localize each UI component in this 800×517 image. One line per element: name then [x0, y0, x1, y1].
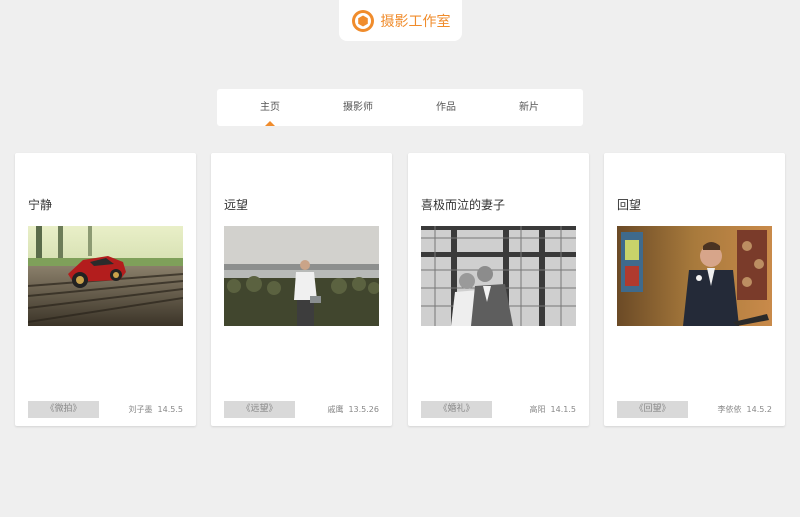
card-meta: 刘子墨 14.5.5 — [129, 401, 183, 418]
photo-card[interactable]: 喜极而泣的妻子 《婚礼》 高阳 14.1.5 — [408, 153, 589, 426]
aperture-icon — [351, 9, 374, 32]
groom-in-church-photo[interactable] — [617, 226, 772, 326]
nav-item-label: 主页 — [260, 102, 280, 113]
card-author: 高阳 — [529, 405, 546, 414]
nav-item-label: 摄影师 — [343, 102, 373, 113]
man-by-lake-photo[interactable] — [224, 226, 379, 326]
card-category-tag[interactable]: 《回望》 — [617, 401, 688, 418]
photo-card[interactable]: 回望 《回望》 李依依 14.5.2 — [604, 153, 785, 426]
card-category-tag[interactable]: 《微拍》 — [28, 401, 99, 418]
card-title: 回望 — [617, 198, 642, 212]
card-meta: 李依依 14.5.2 — [718, 401, 772, 418]
card-date: 13.5.26 — [348, 405, 379, 414]
card-title: 喜极而泣的妻子 — [421, 198, 506, 212]
card-author: 李依依 — [717, 405, 742, 414]
nav-item-label: 新片 — [519, 102, 539, 113]
active-nav-indicator — [265, 121, 275, 126]
main-nav: 主页 摄影师 作品 新片 — [217, 89, 583, 126]
card-category-tag[interactable]: 《婚礼》 — [421, 401, 492, 418]
nav-item-label: 作品 — [436, 102, 456, 113]
photo-card[interactable]: 宁静 《微拍》 刘子墨 14.5.5 — [15, 153, 196, 426]
photo-card[interactable]: 远望 《远望》 戚鹰 13.5.26 — [211, 153, 392, 426]
card-date: 14.5.2 — [746, 405, 772, 414]
site-name: 摄影工作室 — [380, 13, 451, 30]
site-logo[interactable]: 摄影工作室 — [339, 0, 462, 41]
nav-item-works[interactable]: 作品 — [436, 89, 456, 126]
nav-item-photographers[interactable]: 摄影师 — [343, 89, 373, 126]
nav-item-home[interactable]: 主页 — [260, 89, 280, 126]
card-author: 戚鹰 — [327, 405, 344, 414]
card-category-tag[interactable]: 《远望》 — [224, 401, 295, 418]
card-author: 刘子墨 — [128, 405, 153, 414]
card-meta: 戚鹰 13.5.26 — [327, 401, 379, 418]
wedding-couple-bw-photo[interactable] — [421, 226, 576, 326]
card-title: 远望 — [224, 198, 249, 212]
card-title: 宁静 — [28, 198, 53, 212]
card-date: 14.5.5 — [157, 405, 183, 414]
nav-item-new[interactable]: 新片 — [519, 89, 539, 126]
red-toy-car-photo[interactable] — [28, 226, 183, 326]
card-date: 14.1.5 — [550, 405, 576, 414]
card-meta: 高阳 14.1.5 — [530, 401, 576, 418]
